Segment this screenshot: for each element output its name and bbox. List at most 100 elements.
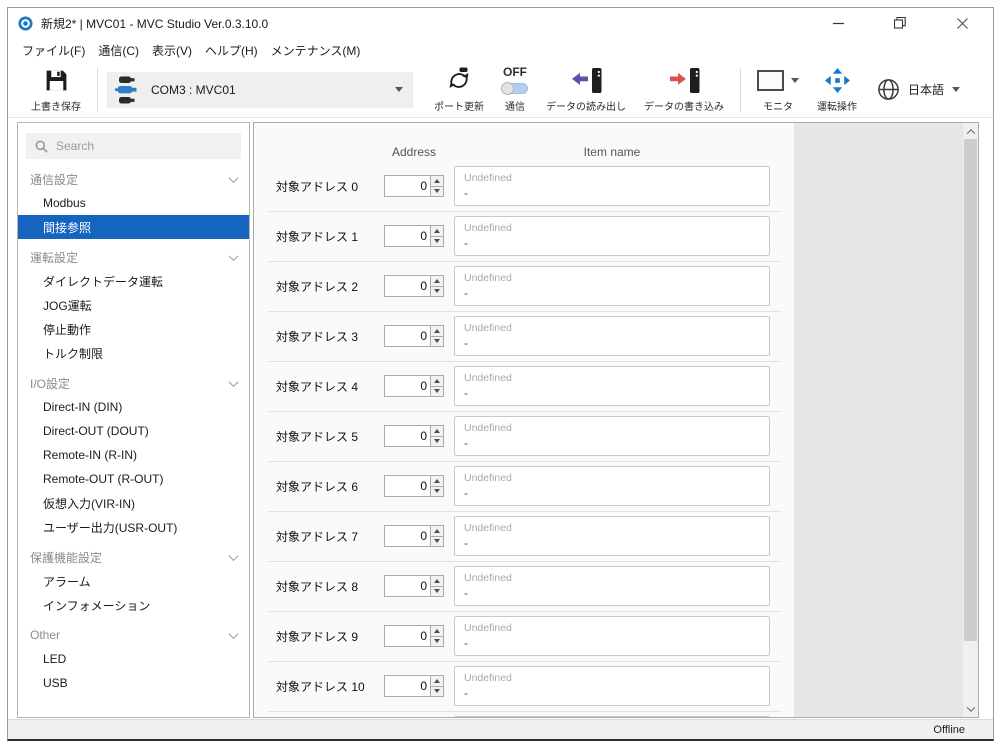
sidebar-item-1[interactable]: Modbus bbox=[18, 191, 249, 215]
sidebar-item-17[interactable]: インフォメーション bbox=[18, 593, 249, 617]
address-spinner[interactable]: 0 bbox=[384, 325, 444, 347]
address-value[interactable]: 0 bbox=[385, 376, 430, 396]
chevron-down-icon[interactable] bbox=[791, 78, 799, 83]
address-spinner[interactable]: 0 bbox=[384, 425, 444, 447]
spin-down-button[interactable] bbox=[431, 637, 443, 647]
scrollbar-thumb[interactable] bbox=[964, 139, 977, 641]
address-value[interactable]: 0 bbox=[385, 326, 430, 346]
spin-up-button[interactable] bbox=[431, 276, 443, 287]
spin-up-button[interactable] bbox=[431, 176, 443, 187]
spin-down-button[interactable] bbox=[431, 387, 443, 397]
sidebar-item-12[interactable]: Remote-OUT (R-OUT) bbox=[18, 467, 249, 491]
address-spinner[interactable]: 0 bbox=[384, 175, 444, 197]
address-spinner[interactable]: 0 bbox=[384, 275, 444, 297]
sidebar-item-5[interactable]: JOG運転 bbox=[18, 293, 249, 317]
sidebar-item-14[interactable]: ユーザー出力(USR-OUT) bbox=[18, 515, 249, 539]
sidebar-item-10[interactable]: Direct-OUT (DOUT) bbox=[18, 419, 249, 443]
restore-button[interactable] bbox=[869, 8, 931, 38]
sidebar-item-15[interactable]: 保護機能設定 bbox=[18, 545, 249, 569]
address-spinner[interactable]: 0 bbox=[384, 475, 444, 497]
spin-up-button[interactable] bbox=[431, 476, 443, 487]
spin-down-button[interactable] bbox=[431, 687, 443, 697]
address-value[interactable]: 0 bbox=[385, 676, 430, 696]
chevron-down-icon bbox=[229, 377, 239, 387]
address-spinner[interactable]: 0 bbox=[384, 525, 444, 547]
spin-up-button[interactable] bbox=[431, 376, 443, 387]
spin-up-button[interactable] bbox=[431, 676, 443, 687]
address-value[interactable]: 0 bbox=[385, 426, 430, 446]
port-refresh-button[interactable]: ポート更新 bbox=[425, 67, 493, 113]
spin-up-button[interactable] bbox=[431, 576, 443, 587]
spin-up-button[interactable] bbox=[431, 226, 443, 237]
sidebar-item-19[interactable]: LED bbox=[18, 647, 249, 671]
address-value[interactable]: 0 bbox=[385, 276, 430, 296]
spin-down-button[interactable] bbox=[431, 537, 443, 547]
spin-up-button[interactable] bbox=[431, 526, 443, 537]
address-spinner[interactable]: 0 bbox=[384, 675, 444, 697]
sidebar-item-20[interactable]: USB bbox=[18, 671, 249, 695]
menu-item-1[interactable]: 通信(C) bbox=[97, 40, 140, 61]
item-name-value: - bbox=[464, 435, 760, 452]
spin-up-button[interactable] bbox=[431, 426, 443, 437]
sidebar-item-label: Direct-IN (DIN) bbox=[43, 400, 122, 414]
monitor-button[interactable]: モニタ bbox=[748, 67, 808, 113]
spin-up-button[interactable] bbox=[431, 626, 443, 637]
sidebar-item-3[interactable]: 運転設定 bbox=[18, 245, 249, 269]
data-write-button[interactable]: データの書き込み bbox=[635, 67, 733, 113]
spin-down-button[interactable] bbox=[431, 237, 443, 247]
menu-item-4[interactable]: メンテナンス(M) bbox=[270, 40, 362, 61]
scroll-down-button[interactable] bbox=[963, 701, 978, 716]
sidebar-item-6[interactable]: 停止動作 bbox=[18, 317, 249, 341]
sidebar-item-18[interactable]: Other bbox=[18, 623, 249, 647]
menu-item-3[interactable]: ヘルプ(H) bbox=[204, 40, 259, 61]
address-value[interactable]: 0 bbox=[385, 576, 430, 596]
spin-down-button[interactable] bbox=[431, 587, 443, 597]
port-refresh-icon bbox=[445, 67, 473, 94]
sidebar-item-label: インフォメーション bbox=[43, 597, 150, 614]
close-button[interactable] bbox=[931, 8, 993, 38]
spin-down-button[interactable] bbox=[431, 337, 443, 347]
menu-item-0[interactable]: ファイル(F) bbox=[21, 40, 86, 61]
address-row-1: 対象アドレス 1 0 Undefined - bbox=[254, 216, 794, 266]
spin-up-button[interactable] bbox=[431, 326, 443, 337]
comm-toggle-button[interactable]: OFF 通信 bbox=[493, 66, 537, 113]
address-spinner[interactable]: 0 bbox=[384, 575, 444, 597]
item-name-box: Undefined - bbox=[454, 216, 770, 256]
address-value[interactable]: 0 bbox=[385, 226, 430, 246]
address-spinner[interactable]: 0 bbox=[384, 625, 444, 647]
sidebar-item-11[interactable]: Remote-IN (R-IN) bbox=[18, 443, 249, 467]
search-box[interactable] bbox=[26, 133, 241, 159]
minimize-button[interactable] bbox=[807, 8, 869, 38]
chevron-down-icon[interactable] bbox=[952, 87, 960, 92]
operation-button[interactable]: 運転操作 bbox=[808, 67, 866, 113]
address-value[interactable]: 0 bbox=[385, 526, 430, 546]
vertical-scrollbar[interactable] bbox=[963, 123, 978, 717]
port-select[interactable]: COM3 : MVC01 bbox=[107, 72, 413, 108]
address-spinner[interactable]: 0 bbox=[384, 225, 444, 247]
sidebar-item-2[interactable]: 間接参照 bbox=[18, 215, 249, 239]
search-input[interactable] bbox=[56, 139, 232, 153]
sidebar-item-8[interactable]: I/O設定 bbox=[18, 371, 249, 395]
spin-down-button[interactable] bbox=[431, 287, 443, 297]
sidebar-item-13[interactable]: 仮想入力(VIR-IN) bbox=[18, 491, 249, 515]
address-value[interactable]: 0 bbox=[385, 626, 430, 646]
save-button[interactable]: 上書き保存 bbox=[22, 67, 90, 113]
address-value[interactable]: 0 bbox=[385, 476, 430, 496]
sidebar-item-0[interactable]: 通信設定 bbox=[18, 167, 249, 191]
data-read-button[interactable]: データの読み出し bbox=[537, 67, 635, 113]
spin-down-button[interactable] bbox=[431, 437, 443, 447]
toggle-off-icon[interactable] bbox=[502, 83, 528, 94]
sidebar-item-16[interactable]: アラーム bbox=[18, 569, 249, 593]
spin-down-button[interactable] bbox=[431, 487, 443, 497]
spin-down-button[interactable] bbox=[431, 187, 443, 197]
language-select[interactable]: 日本語 bbox=[868, 78, 969, 101]
address-spinner[interactable]: 0 bbox=[384, 375, 444, 397]
scroll-up-button[interactable] bbox=[963, 124, 978, 139]
sidebar-item-4[interactable]: ダイレクトデータ運転 bbox=[18, 269, 249, 293]
sidebar-item-7[interactable]: トルク制限 bbox=[18, 341, 249, 365]
sidebar-item-9[interactable]: Direct-IN (DIN) bbox=[18, 395, 249, 419]
triangle-down-icon bbox=[434, 589, 440, 593]
address-value[interactable]: 0 bbox=[385, 176, 430, 196]
item-name-title: Undefined bbox=[464, 571, 760, 585]
menu-item-2[interactable]: 表示(V) bbox=[151, 40, 193, 61]
